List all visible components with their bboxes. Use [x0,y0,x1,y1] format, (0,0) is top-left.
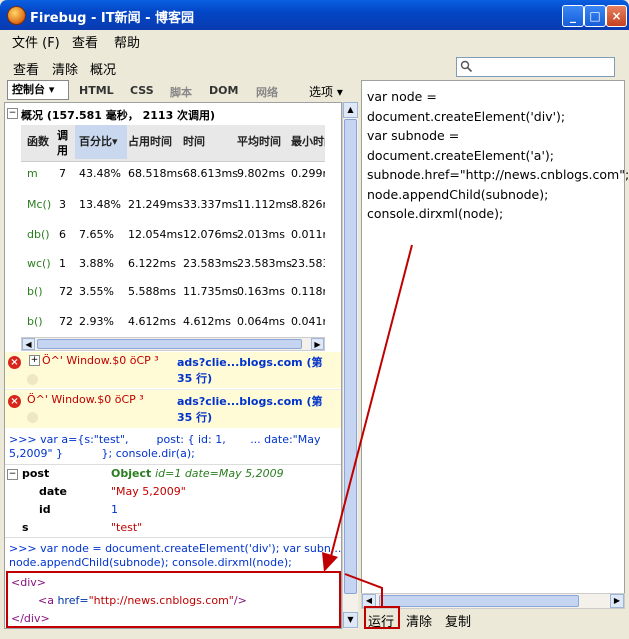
arrow-shaft [329,244,413,561]
arrow-head [322,552,338,572]
arrow-connector [344,573,383,606]
annotation-arrow [322,244,413,606]
